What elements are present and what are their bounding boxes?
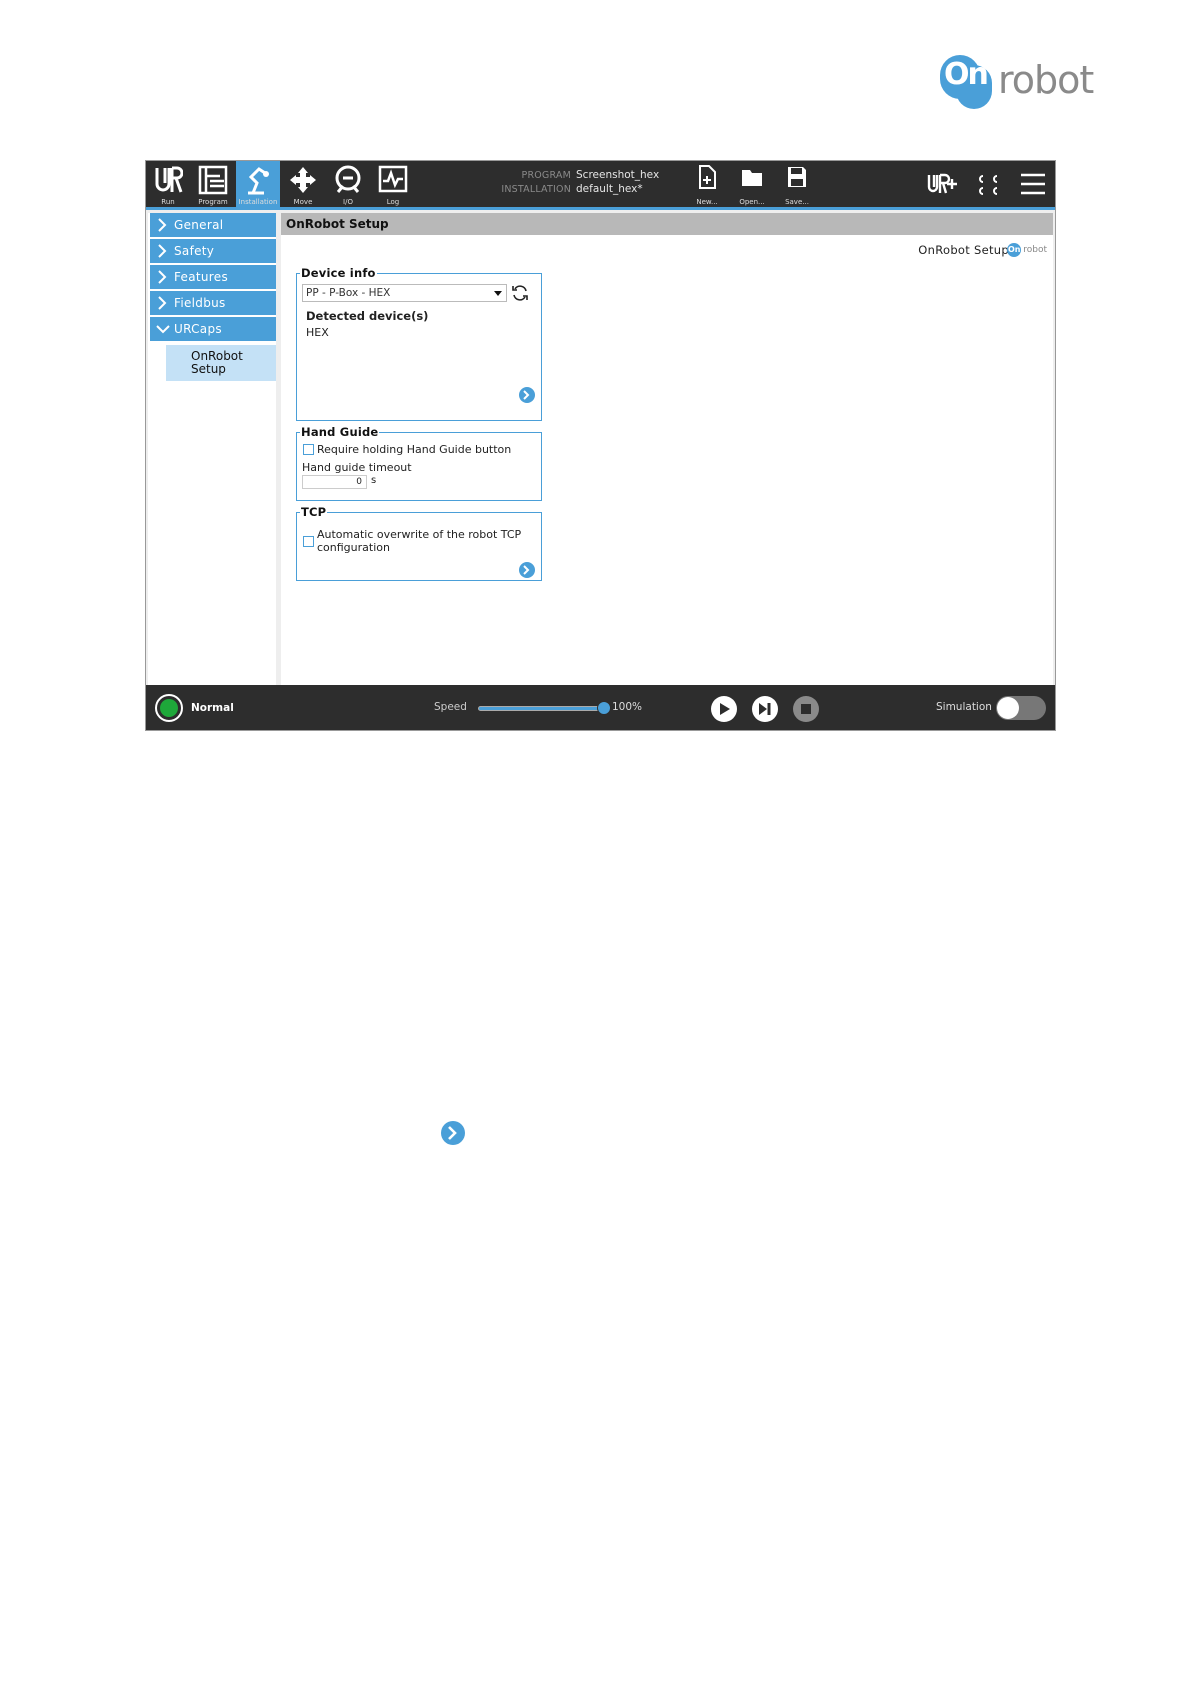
sidebar-item-onrobot-setup[interactable]: OnRobot Setup [166, 345, 276, 381]
speed-value: 100% [612, 701, 643, 713]
status-indicator-icon [160, 699, 178, 717]
nav-installation-button[interactable]: Installation [236, 161, 280, 207]
open-file-button[interactable]: Open... [734, 165, 770, 207]
top-bar: Run Program Installation Move I/O Log PR… [146, 161, 1055, 207]
tcp-title: TCP [300, 505, 328, 519]
chevron-right-icon [158, 270, 167, 284]
onrobot-wordmark: robot [998, 58, 1094, 102]
speed-slider-track[interactable] [478, 706, 606, 711]
chevron-right-icon [448, 1126, 457, 1140]
polyscope-screen: Run Program Installation Move I/O Log PR… [145, 160, 1056, 731]
chevron-right-icon [523, 565, 530, 575]
sidebar-item-features[interactable]: Features [150, 265, 276, 289]
hand-guide-timeout-unit: s [371, 475, 377, 486]
installation-key: INSTALLATION [501, 184, 571, 195]
sidebar-item-fieldbus[interactable]: Fieldbus [150, 291, 276, 315]
save-icon [788, 167, 806, 187]
chevron-right-icon [158, 244, 167, 258]
simulation-toggle-knob [997, 697, 1019, 719]
hamburger-menu-icon[interactable] [1020, 173, 1046, 195]
new-file-button[interactable]: New... [689, 165, 725, 207]
chevron-right-icon [523, 390, 530, 400]
io-icon [335, 165, 361, 193]
device-info-group: Device info PP - P-Box - HEX Detected de… [296, 266, 542, 421]
speed-slider-handle[interactable] [597, 701, 611, 715]
hand-guide-group: Hand Guide Require holding Hand Guide bu… [296, 425, 542, 501]
program-value: Screenshot_hex [576, 169, 660, 181]
require-hand-guide-label: Require holding Hand Guide button [317, 443, 512, 456]
nav-io-button[interactable]: I/O [326, 161, 370, 207]
setup-title: OnRobot Setup [918, 243, 1009, 257]
new-file-icon [699, 165, 716, 189]
device-info-next-button[interactable] [519, 387, 535, 403]
program-key: PROGRAM [521, 170, 571, 181]
dropdown-arrow-icon [494, 291, 502, 296]
robot-status-button[interactable] [155, 694, 183, 722]
onrobot-badge-icon: On [940, 51, 992, 109]
chevron-right-icon [158, 296, 167, 310]
next-arrow-icon [441, 1121, 465, 1145]
step-icon [759, 703, 771, 715]
hand-guide-timeout-input[interactable]: 0 [302, 475, 367, 489]
device-info-title: Device info [300, 266, 377, 280]
folder-icon [742, 170, 762, 186]
nav-log-button[interactable]: Log [371, 161, 415, 207]
stop-icon [801, 704, 811, 714]
hand-guide-timeout-label: Hand guide timeout [302, 461, 412, 474]
tcp-overwrite-label-line2: configuration [317, 541, 390, 554]
page-title: OnRobot Setup [281, 213, 1053, 235]
onrobot-mini-logo: On robot [1007, 243, 1047, 257]
bottom-bar: Normal Speed 100% Simulation [146, 685, 1055, 730]
detected-device-value: HEX [306, 326, 329, 339]
step-button[interactable] [752, 696, 778, 722]
save-file-button[interactable]: Save... [779, 165, 815, 207]
play-icon [720, 703, 730, 715]
detected-devices-label: Detected device(s) [306, 309, 429, 323]
installation-icon [248, 167, 269, 195]
refresh-icon[interactable] [511, 284, 529, 302]
robot-status-label: Normal [191, 702, 234, 714]
log-icon [378, 165, 408, 193]
sidebar-item-safety[interactable]: Safety [150, 239, 276, 263]
sidebar-item-urcaps[interactable]: URCaps [150, 317, 276, 341]
tcp-overwrite-checkbox[interactable] [303, 536, 314, 547]
nav-move-button[interactable]: Move [281, 161, 325, 207]
device-select[interactable]: PP - P-Box - HEX [302, 284, 507, 302]
speed-label: Speed [434, 701, 467, 713]
simulation-toggle[interactable] [996, 696, 1046, 720]
onrobot-mini-badge-icon: On [1007, 243, 1022, 257]
chevron-down-icon [156, 325, 170, 334]
onrobot-logo: On robot [940, 50, 1094, 110]
main-panel: OnRobot Setup OnRobot Setup On robot Dev… [281, 213, 1053, 730]
topbar-accent-line [146, 207, 1055, 210]
tcp-next-button[interactable] [519, 562, 535, 578]
move-icon [290, 167, 316, 193]
program-icon [198, 165, 228, 195]
simulation-label: Simulation [936, 701, 992, 713]
tcp-group: TCP Automatic overwrite of the robot TCP… [296, 505, 542, 581]
urplus-icon[interactable] [926, 173, 958, 195]
sidebar: General Safety Features Fieldbus URCaps … [148, 213, 276, 730]
cc-icon[interactable] [974, 171, 1002, 199]
play-button[interactable] [711, 696, 737, 722]
tcp-overwrite-label-line1: Automatic overwrite of the robot TCP [317, 528, 522, 541]
sidebar-item-general[interactable]: General [150, 213, 276, 237]
hand-guide-title: Hand Guide [300, 425, 380, 439]
installation-value: default_hex* [576, 183, 643, 195]
nav-run-button[interactable]: Run [146, 161, 190, 207]
stop-button[interactable] [793, 696, 819, 722]
require-hand-guide-checkbox[interactable] [303, 444, 314, 455]
chevron-right-icon [158, 218, 167, 232]
ur-logo-icon [155, 166, 183, 193]
nav-program-button[interactable]: Program [191, 161, 235, 207]
